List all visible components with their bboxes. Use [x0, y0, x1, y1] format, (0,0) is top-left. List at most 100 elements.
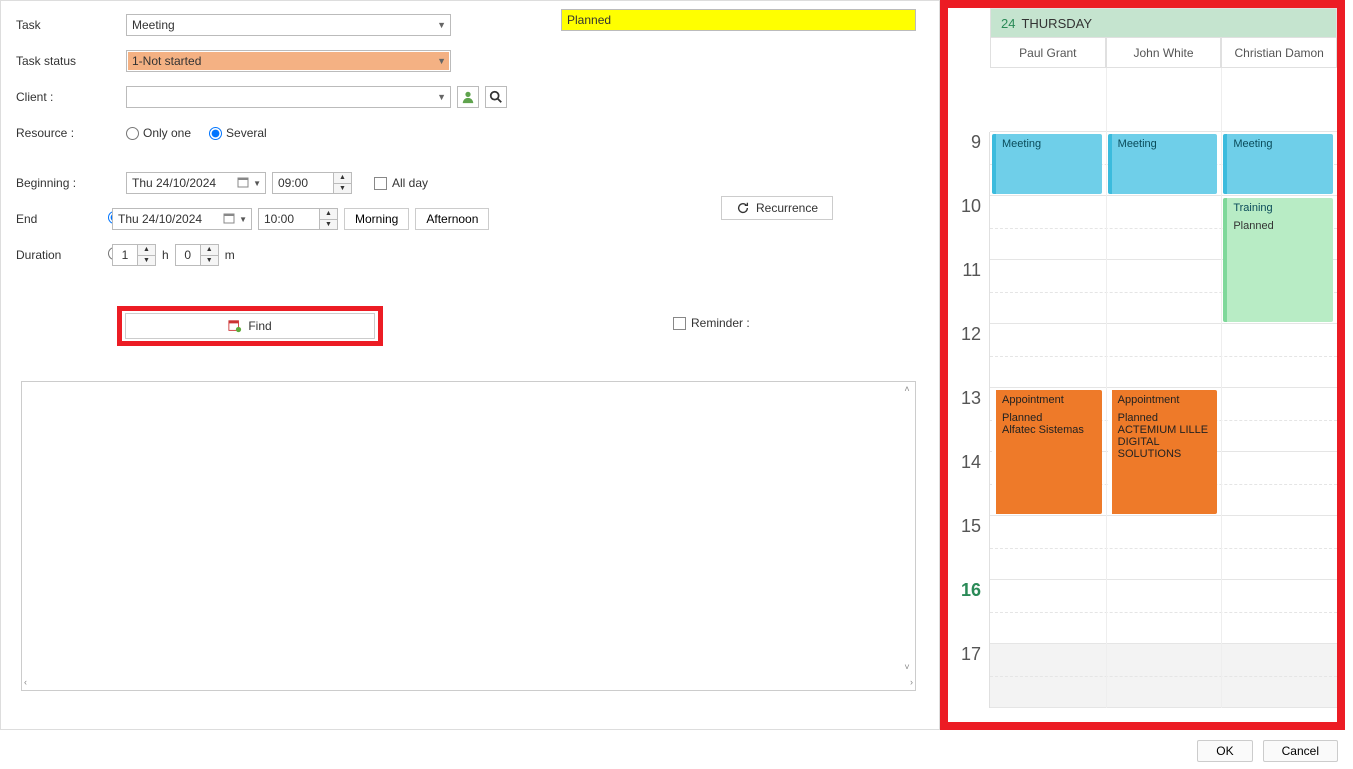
begin-time-input[interactable]: 09:00	[272, 172, 334, 194]
h-unit: h	[162, 248, 169, 262]
begin-date-input[interactable]: Thu 24/10/2024 ▼	[126, 172, 266, 194]
event-title: Appointment	[1002, 394, 1096, 406]
task-label: Task	[16, 18, 126, 32]
find-button[interactable]: Find	[125, 313, 375, 339]
task-value: Meeting	[132, 18, 175, 32]
up-icon: ˄	[904, 384, 909, 394]
up-icon[interactable]: ▲	[138, 245, 155, 256]
end-time-input[interactable]: 10:00	[258, 208, 320, 230]
hour-label: 17	[940, 644, 990, 708]
form-panel: Task Meeting ▼ Planned Task status 1-Not…	[0, 0, 940, 730]
calendar-day-header: 24 THURSDAY	[990, 8, 1337, 38]
event-title: Appointment	[1118, 394, 1212, 406]
duration-hours-spinner[interactable]: ▲▼	[138, 244, 156, 266]
begin-date-value: Thu 24/10/2024	[132, 176, 216, 190]
ok-button[interactable]: OK	[1197, 740, 1252, 762]
m-unit: m	[225, 248, 235, 262]
calendar-panel: 24 THURSDAY Paul Grant John White Christ…	[940, 0, 1345, 730]
end-date-value: Thu 24/10/2024	[118, 212, 202, 226]
calendar-event[interactable]: Appointment Planned ACTEMIUM LILLE DIGITA…	[1108, 390, 1218, 514]
down-icon[interactable]: ▼	[138, 256, 155, 266]
status-value: 1-Not started	[132, 54, 201, 68]
duration-hours-input[interactable]: 1	[112, 244, 138, 266]
resource-row: Resource : Only one Several	[1, 119, 939, 147]
calendar-grid[interactable]: 91011121314151617MeetingMeetingMeetingTr…	[940, 68, 1345, 708]
notes-textarea[interactable]: ˄˅ ‹›	[21, 381, 916, 691]
recurrence-button[interactable]: Recurrence	[721, 196, 833, 220]
chevron-down-icon: ▼	[437, 20, 446, 30]
duration-row: Duration 1 ▲▼ h 0 ▲▼ m	[1, 241, 939, 269]
search-icon	[489, 90, 503, 104]
chevron-down-icon: ▼	[437, 92, 446, 102]
status-label: Task status	[16, 54, 126, 68]
calendar-event[interactable]: TrainingPlanned	[1223, 198, 1333, 322]
checkbox-icon	[673, 317, 686, 330]
resource-header: Paul Grant	[990, 38, 1106, 68]
planned-value: Planned	[567, 13, 611, 27]
vertical-scrollbar[interactable]: ˄˅	[899, 382, 915, 674]
event-subtitle: Planned ACTEMIUM LILLE DIGITAL SOLUTIONS	[1118, 412, 1212, 460]
hour-label: 11	[940, 260, 990, 324]
up-icon[interactable]: ▲	[334, 173, 351, 184]
calendar-icon	[237, 176, 249, 191]
right-icon: ›	[910, 677, 913, 687]
task-select[interactable]: Meeting ▼	[126, 14, 451, 36]
begin-time-spinner[interactable]: ▲▼	[334, 172, 352, 194]
up-icon[interactable]: ▲	[320, 209, 337, 220]
beginning-label: Beginning :	[16, 176, 126, 190]
client-user-button[interactable]	[457, 86, 479, 108]
calendar-event[interactable]: Meeting	[1223, 134, 1333, 194]
resource-header: Christian Damon	[1221, 38, 1337, 68]
duration-mins-input[interactable]: 0	[175, 244, 201, 266]
down-icon[interactable]: ▼	[334, 184, 351, 194]
resource-onlyone-radio[interactable]: Only one	[126, 126, 191, 140]
up-icon[interactable]: ▲	[201, 245, 218, 256]
calendar-day-name: THURSDAY	[1021, 16, 1092, 31]
resource-several-radio[interactable]: Several	[209, 126, 267, 140]
event-title: Training	[1233, 202, 1327, 214]
end-date-input[interactable]: Thu 24/10/2024 ▼	[112, 208, 252, 230]
user-icon	[461, 90, 475, 104]
hour-label: 15	[940, 516, 990, 580]
down-icon[interactable]: ▼	[201, 256, 218, 266]
event-title: Meeting	[1002, 138, 1096, 150]
allday-checkbox[interactable]: All day	[374, 176, 428, 190]
event-title: Meeting	[1118, 138, 1212, 150]
find-highlight: Find	[117, 306, 383, 346]
client-search-button[interactable]	[485, 86, 507, 108]
horizontal-scrollbar[interactable]: ‹›	[22, 674, 915, 690]
checkbox-icon	[374, 177, 387, 190]
client-row: Client : ▼	[1, 83, 939, 111]
footer-buttons: OK Cancel	[1197, 740, 1338, 762]
afternoon-button[interactable]: Afternoon	[415, 208, 489, 230]
beginning-row: Beginning : Thu 24/10/2024 ▼ 09:00 ▲▼ Al…	[1, 169, 939, 197]
calendar-find-icon	[228, 319, 242, 333]
planned-select[interactable]: Planned	[561, 9, 916, 31]
status-row: Task status 1-Not started ▼	[1, 47, 939, 75]
calendar-event[interactable]: Meeting	[992, 134, 1102, 194]
event-subtitle: Planned Alfatec Sistemas	[1002, 412, 1096, 436]
refresh-icon	[736, 201, 750, 215]
calendar-day-number: 24	[1001, 16, 1015, 31]
hour-label: 12	[940, 324, 990, 388]
calendar-event[interactable]: Appointment Planned Alfatec Sistemas	[992, 390, 1102, 514]
hour-label: 14	[940, 452, 990, 516]
calendar-icon	[223, 212, 235, 227]
begin-time-value: 09:00	[278, 176, 308, 190]
end-time-value: 10:00	[264, 212, 294, 226]
hour-label: 16	[940, 580, 990, 644]
down-icon[interactable]: ▼	[320, 220, 337, 230]
client-select[interactable]: ▼	[126, 86, 451, 108]
chevron-down-icon: ▼	[239, 215, 247, 224]
hour-label: 9	[940, 132, 990, 196]
calendar-event[interactable]: Meeting	[1108, 134, 1218, 194]
chevron-down-icon: ▼	[253, 179, 261, 188]
status-select[interactable]: 1-Not started ▼	[126, 50, 451, 72]
cancel-button[interactable]: Cancel	[1263, 740, 1338, 762]
duration-mins-spinner[interactable]: ▲▼	[201, 244, 219, 266]
morning-button[interactable]: Morning	[344, 208, 409, 230]
client-label: Client :	[16, 90, 126, 104]
calendar-resources-header: Paul Grant John White Christian Damon	[990, 38, 1337, 68]
reminder-checkbox[interactable]: Reminder :	[673, 316, 750, 330]
end-time-spinner[interactable]: ▲▼	[320, 208, 338, 230]
